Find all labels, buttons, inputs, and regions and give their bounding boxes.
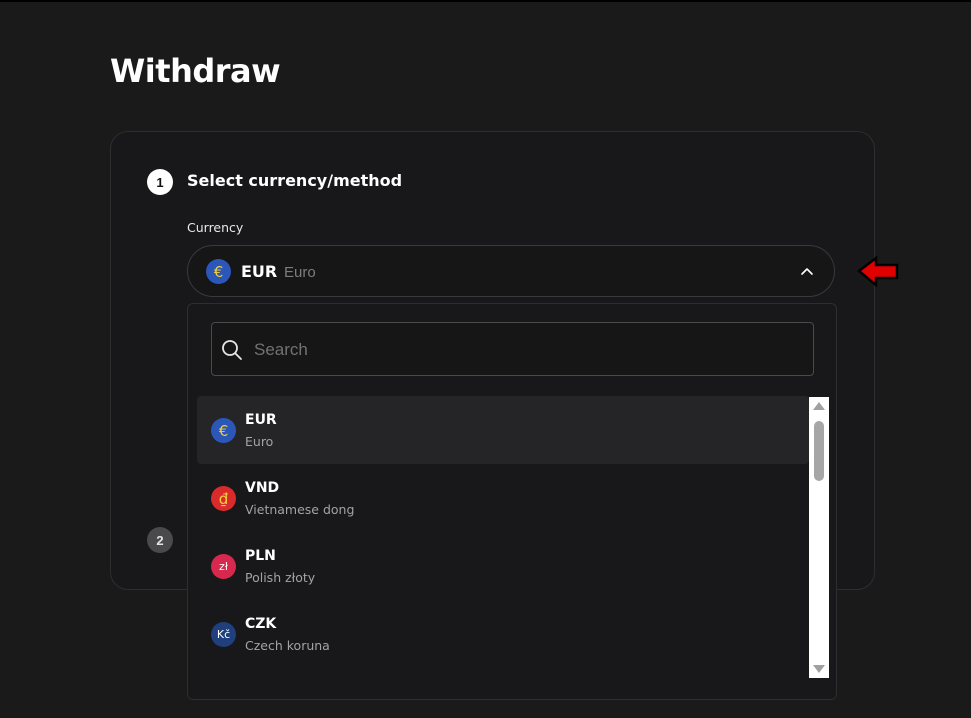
chevron-up-icon[interactable] xyxy=(800,264,814,278)
scroll-up-arrow-icon[interactable] xyxy=(813,402,825,410)
list-scrollbar[interactable] xyxy=(809,397,829,678)
currency-option-vnd[interactable]: ₫ VND Vietnamese dong xyxy=(197,464,809,532)
step-2-badge: 2 xyxy=(147,527,173,553)
currency-list: € EUR Euro ₫ VND Vietnamese dong zł PLN … xyxy=(197,396,809,678)
currency-code: PLN xyxy=(245,548,276,564)
currency-code: CZK xyxy=(245,616,277,632)
euro-coin-icon: € xyxy=(206,259,231,284)
zloty-coin-icon: zł xyxy=(211,554,236,579)
euro-coin-icon: € xyxy=(211,418,236,443)
step-1-title: Select currency/method xyxy=(187,171,403,190)
currency-name: Euro xyxy=(245,434,274,449)
selected-currency-code: EUR xyxy=(241,262,278,281)
search-icon xyxy=(222,340,242,360)
search-input[interactable] xyxy=(252,323,806,377)
currency-option-czk[interactable]: Kč CZK Czech koruna xyxy=(197,600,809,668)
scroll-thumb[interactable] xyxy=(814,421,824,481)
selected-currency-name: Euro xyxy=(284,264,316,281)
currency-select[interactable]: € EUR Euro xyxy=(187,245,835,297)
window-top-border xyxy=(0,0,971,2)
currency-option-eur[interactable]: € EUR Euro xyxy=(197,396,809,464)
currency-option-pln[interactable]: zł PLN Polish złoty xyxy=(197,532,809,600)
red-arrow-icon xyxy=(856,255,899,288)
currency-code: VND xyxy=(245,480,280,496)
koruna-coin-icon: Kč xyxy=(211,622,236,647)
scroll-down-arrow-icon[interactable] xyxy=(813,665,825,673)
step-1-badge: 1 xyxy=(147,169,173,195)
dong-coin-icon: ₫ xyxy=(211,486,236,511)
currency-name: Czech koruna xyxy=(245,638,330,653)
currency-name: Polish złoty xyxy=(245,570,316,585)
currency-label: Currency xyxy=(187,220,244,235)
currency-dropdown: € EUR Euro ₫ VND Vietnamese dong zł PLN … xyxy=(187,303,837,700)
currency-name: Vietnamese dong xyxy=(245,502,355,517)
search-box[interactable] xyxy=(211,322,814,377)
currency-code: EUR xyxy=(245,412,277,428)
page-title: Withdraw xyxy=(110,52,281,90)
